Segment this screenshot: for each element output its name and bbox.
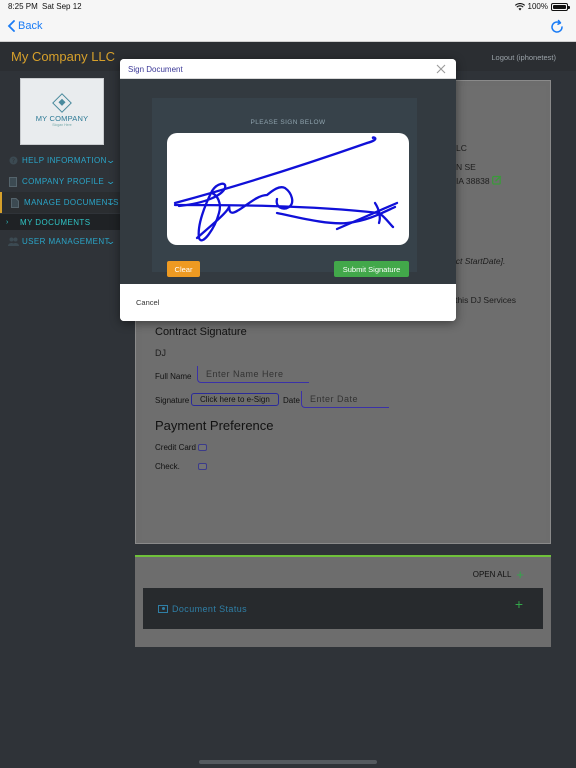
bullet-icon: › xyxy=(6,218,9,226)
money-icon xyxy=(158,604,168,613)
sidebar: MY COMPANY Slogan Here ? HELP INFORMATIO… xyxy=(0,71,120,768)
close-icon[interactable] xyxy=(435,63,447,75)
sidebar-item-label: COMPANY PROFILE xyxy=(22,177,105,186)
sidebar-item-manage-documents[interactable]: MANAGE DOCUMENTS ⌄ xyxy=(0,192,120,213)
services-text: g this DJ Services xyxy=(448,295,517,305)
chevron-down-icon: ⌄ xyxy=(105,176,117,186)
payment-preference-title: Payment Preference xyxy=(155,418,274,433)
chevron-down-icon: ⌄ xyxy=(105,155,117,165)
document-status-row[interactable]: Document Status + xyxy=(143,588,543,629)
full-name-input[interactable] xyxy=(197,366,309,383)
file-icon xyxy=(9,197,21,208)
full-name-label: Full Name xyxy=(155,372,192,381)
signature-pad[interactable] xyxy=(167,133,409,245)
status-right: 100% xyxy=(514,2,570,11)
sidebar-item-user-management[interactable]: USER MANAGEMENT ⌄ xyxy=(0,231,120,252)
logo-mark-icon xyxy=(52,93,72,113)
users-icon xyxy=(7,237,19,246)
sidebar-item-label: USER MANAGEMENT xyxy=(22,237,110,246)
contract-signature-title: Contract Signature xyxy=(155,326,247,338)
signature-stroke xyxy=(173,136,399,242)
open-all-label: OPEN ALL xyxy=(472,570,512,579)
chevron-down-icon: ⌄ xyxy=(105,197,117,207)
sign-caption: PLEASE SIGN BELOW xyxy=(250,119,326,126)
sidebar-item-label: HELP INFORMATION xyxy=(22,156,107,165)
clear-button[interactable]: Clear xyxy=(167,261,200,277)
address-line-3: IA 38838 xyxy=(456,176,490,186)
contract-date-text: act StartDate]. xyxy=(451,256,506,266)
sidebar-item-label: MY DOCUMENTS xyxy=(20,217,91,227)
date-label: Date xyxy=(283,396,300,405)
refresh-icon[interactable] xyxy=(549,19,565,35)
logo-text: MY COMPANY xyxy=(35,114,89,123)
address-line-1: LC xyxy=(456,143,467,153)
open-all-button[interactable]: OPEN ALL + xyxy=(472,566,524,582)
back-label: Back xyxy=(18,20,43,32)
logo-tagline: Slogan Here xyxy=(52,123,72,127)
navigation-bar: Back xyxy=(0,13,576,42)
date-input[interactable] xyxy=(301,391,389,408)
battery-percent: 100% xyxy=(527,2,548,11)
status-bar: 8:25 PM Sat Sep 12 100% xyxy=(0,0,576,13)
credit-card-label: Credit Card xyxy=(155,443,196,452)
credit-card-checkbox[interactable] xyxy=(198,444,207,451)
sidebar-item-my-documents[interactable]: › MY DOCUMENTS xyxy=(0,214,120,230)
signature-label: Signature xyxy=(155,396,190,405)
sidebar-item-help-information[interactable]: ? HELP INFORMATION ⌄ xyxy=(0,150,120,171)
esign-button[interactable]: Click here to e-Sign xyxy=(191,393,279,406)
home-indicator[interactable] xyxy=(199,760,377,764)
question-icon: ? xyxy=(7,156,19,165)
check-label: Check. xyxy=(155,462,180,471)
plus-icon: + xyxy=(516,566,524,582)
chevron-down-icon: ⌄ xyxy=(105,236,117,246)
check-checkbox[interactable] xyxy=(198,463,207,470)
logout-link[interactable]: Logout (iphonetest) xyxy=(491,53,556,62)
address-line-2: N SE xyxy=(456,162,476,172)
company-name: My Company LLC xyxy=(11,49,116,64)
svg-text:?: ? xyxy=(11,157,15,165)
modal-footer: Cancel xyxy=(120,284,456,321)
status-time: 8:25 PM xyxy=(8,2,38,11)
battery-icon xyxy=(551,2,570,11)
sidebar-item-company-profile[interactable]: COMPANY PROFILE ⌄ xyxy=(0,171,120,192)
plus-icon[interactable]: + xyxy=(515,596,523,612)
submit-signature-button[interactable]: Submit Signature xyxy=(334,261,409,277)
document-status-panel: OPEN ALL + Document Status + xyxy=(135,555,551,647)
chevron-left-icon xyxy=(7,20,15,32)
document-icon xyxy=(7,176,19,187)
modal-title: Sign Document xyxy=(128,65,183,74)
status-date: Sat Sep 12 xyxy=(42,2,82,11)
modal-header: Sign Document xyxy=(120,59,456,79)
wifi-icon xyxy=(514,2,525,10)
document-status-label: Document Status xyxy=(172,603,248,614)
company-logo: MY COMPANY Slogan Here xyxy=(20,78,104,145)
edit-icon[interactable] xyxy=(492,175,502,185)
back-button[interactable]: Back xyxy=(7,20,42,32)
cancel-button[interactable]: Cancel xyxy=(136,298,159,307)
sign-document-modal: Sign Document PLEASE SIGN BELOW Clear Su… xyxy=(120,59,456,321)
signer-name: DJ xyxy=(155,348,166,358)
